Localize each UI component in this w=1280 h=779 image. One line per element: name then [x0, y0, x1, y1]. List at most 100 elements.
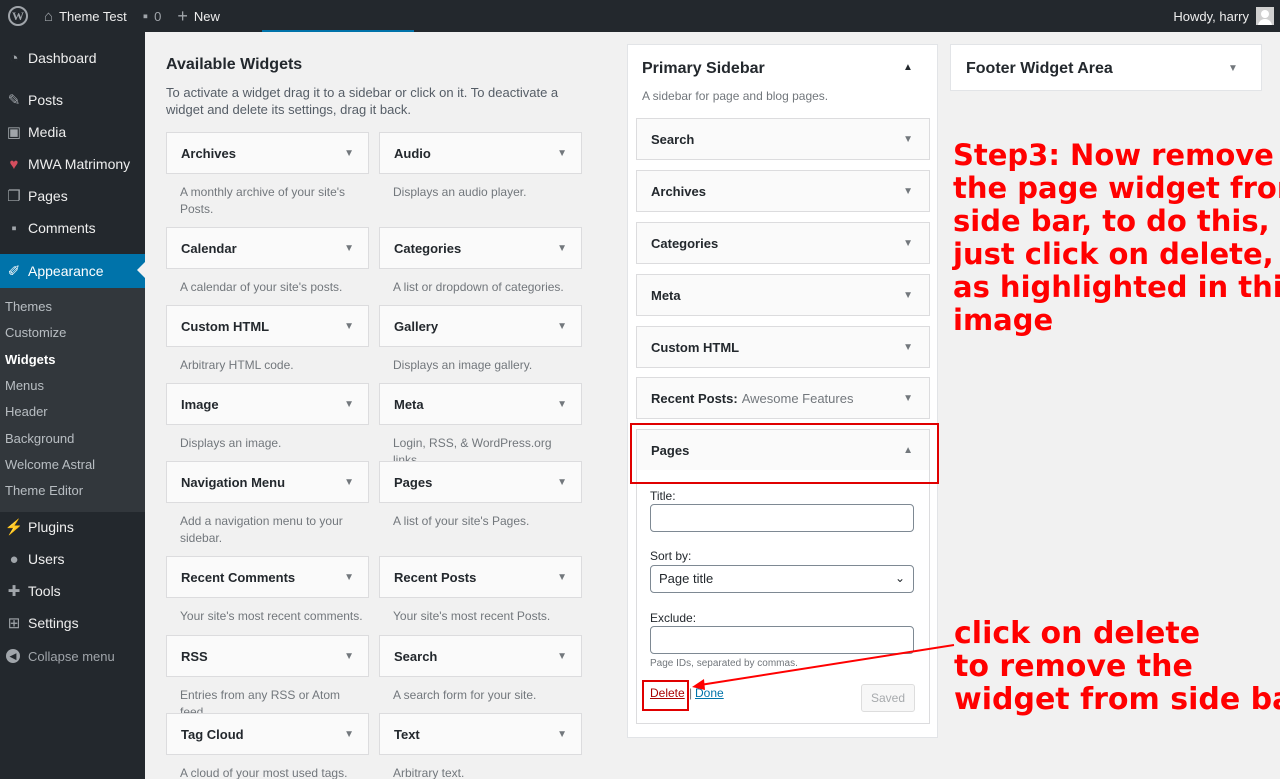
exclude-input[interactable]: [650, 626, 914, 654]
sidebar-widget-archives[interactable]: Archives ▼: [636, 170, 930, 212]
widget-archives[interactable]: Archives ▼: [166, 132, 369, 174]
widget-description: A search form for your site.: [393, 688, 537, 702]
menu-media[interactable]: ▣ Media: [0, 116, 145, 148]
expand-arrow-icon[interactable]: ▼: [557, 572, 567, 583]
expand-arrow-icon[interactable]: ▼: [557, 477, 567, 488]
submenu-themes[interactable]: Themes: [5, 299, 52, 314]
sidebar-widget-meta[interactable]: Meta ▼: [636, 274, 930, 316]
sidebar-widget-recent-posts[interactable]: Recent Posts: Awesome Features ▼: [636, 377, 930, 419]
submenu-header[interactable]: Header: [5, 404, 48, 419]
submenu-theme-editor[interactable]: Theme Editor: [5, 483, 83, 498]
collapse-sidebar-arrow-icon[interactable]: ▲: [903, 62, 913, 73]
menu-dashboard[interactable]: ◔ Dashboard: [0, 42, 145, 74]
expand-arrow-icon[interactable]: ▼: [344, 572, 354, 583]
widget-navigation-menu[interactable]: Navigation Menu ▼: [166, 461, 369, 503]
widget-text[interactable]: Text ▼: [379, 713, 582, 755]
menu-plugins[interactable]: ⚡ Plugins: [0, 511, 145, 543]
expand-arrow-icon[interactable]: ▼: [344, 399, 354, 410]
widget-search[interactable]: Search ▼: [379, 635, 582, 677]
plug-icon: ⚡: [4, 519, 24, 536]
widget-gallery[interactable]: Gallery ▼: [379, 305, 582, 347]
submenu-widgets[interactable]: Widgets: [5, 352, 55, 367]
sort-by-select[interactable]: Page title ⌄: [650, 565, 914, 593]
submenu-background[interactable]: Background: [5, 431, 74, 446]
exclude-hint: Page IDs, separated by commas.: [650, 658, 798, 669]
widget-rss[interactable]: RSS ▼: [166, 635, 369, 677]
expand-arrow-icon[interactable]: ▼: [903, 290, 913, 301]
sidebar-widget-custom-html[interactable]: Custom HTML ▼: [636, 326, 930, 368]
expand-arrow-icon[interactable]: ▼: [344, 729, 354, 740]
menu-appearance[interactable]: ✐ Appearance: [0, 254, 145, 288]
sidebar-widget-categories[interactable]: Categories ▼: [636, 222, 930, 264]
title-label: Title:: [650, 489, 676, 503]
widget-meta[interactable]: Meta ▼: [379, 383, 582, 425]
expand-arrow-icon[interactable]: ▼: [557, 243, 567, 254]
widget-image[interactable]: Image ▼: [166, 383, 369, 425]
new-content-link[interactable]: + New: [169, 0, 228, 32]
expand-arrow-icon[interactable]: ▼: [344, 148, 354, 159]
submenu-welcome-astral[interactable]: Welcome Astral: [5, 457, 95, 472]
widget-description: Displays an image.: [180, 436, 282, 450]
saved-button[interactable]: Saved: [861, 684, 915, 712]
appearance-submenu: [0, 288, 145, 512]
widget-pages[interactable]: Pages ▼: [379, 461, 582, 503]
expand-arrow-icon[interactable]: ▼: [903, 342, 913, 353]
widget-description: Arbitrary HTML code.: [180, 358, 294, 372]
menu-posts[interactable]: ✎ Posts: [0, 84, 145, 116]
primary-sidebar-description: A sidebar for page and blog pages.: [642, 89, 829, 103]
wordpress-logo-icon[interactable]: W: [0, 0, 36, 32]
expand-arrow-icon[interactable]: ▼: [344, 651, 354, 662]
widget-description: Arbitrary text.: [393, 766, 465, 779]
pages-widget-highlight: [630, 423, 939, 484]
menu-pages[interactable]: ❐ Pages: [0, 180, 145, 212]
menu-users[interactable]: ● Users: [0, 543, 145, 575]
collapse-menu-button[interactable]: ◀ Collapse menu: [0, 640, 145, 672]
widget-calendar[interactable]: Calendar ▼: [166, 227, 369, 269]
wrench-icon: ✚: [7, 583, 21, 600]
link-separator: |: [689, 686, 693, 700]
expand-arrow-icon[interactable]: ▼: [903, 393, 913, 404]
submenu-menus[interactable]: Menus: [5, 378, 44, 393]
comments-link[interactable]: ▪ 0: [135, 0, 170, 32]
primary-sidebar-title[interactable]: Primary Sidebar: [642, 60, 765, 78]
footer-widget-area-title[interactable]: Footer Widget Area: [966, 60, 1113, 78]
widget-description: A cloud of your most used tags.: [180, 766, 348, 779]
widget-recent-comments[interactable]: Recent Comments ▼: [166, 556, 369, 598]
comment-bubble-icon: ▪: [142, 7, 149, 25]
expand-arrow-icon[interactable]: ▼: [557, 729, 567, 740]
media-icon: ▣: [6, 124, 22, 141]
available-widgets-title: Available Widgets: [166, 56, 303, 73]
collapse-arrow-icon: ◀: [6, 649, 20, 663]
expand-arrow-icon[interactable]: ▼: [557, 399, 567, 410]
widget-categories[interactable]: Categories ▼: [379, 227, 582, 269]
expand-footer-arrow-icon[interactable]: ▼: [1228, 63, 1238, 74]
widget-description: Your site's most recent Posts.: [393, 609, 551, 623]
expand-arrow-icon[interactable]: ▼: [557, 321, 567, 332]
expand-arrow-icon[interactable]: ▼: [903, 134, 913, 145]
widget-description: A list or dropdown of categories.: [393, 280, 564, 294]
menu-comments[interactable]: ▪ Comments: [0, 212, 145, 244]
widget-description: A monthly archive of your site's Posts.: [180, 185, 346, 216]
menu-mwa-matrimony[interactable]: ♥ MWA Matrimony: [0, 148, 145, 180]
expand-arrow-icon[interactable]: ▼: [344, 321, 354, 332]
widget-tag-cloud[interactable]: Tag Cloud ▼: [166, 713, 369, 755]
site-name-link[interactable]: ⌂ Theme Test: [36, 0, 135, 32]
sidebar-widget-search[interactable]: Search ▼: [636, 118, 930, 160]
widget-audio[interactable]: Audio ▼: [379, 132, 582, 174]
expand-arrow-icon[interactable]: ▼: [903, 186, 913, 197]
expand-arrow-icon[interactable]: ▼: [344, 243, 354, 254]
my-account[interactable]: Howdy, harry: [1173, 0, 1280, 32]
expand-arrow-icon[interactable]: ▼: [557, 148, 567, 159]
chevron-down-icon: ⌄: [894, 571, 905, 585]
widget-recent-posts[interactable]: Recent Posts ▼: [379, 556, 582, 598]
menu-tools[interactable]: ✚ Tools: [0, 575, 145, 607]
expand-arrow-icon[interactable]: ▼: [557, 651, 567, 662]
title-input[interactable]: [650, 504, 914, 532]
widget-custom-html[interactable]: Custom HTML ▼: [166, 305, 369, 347]
paintbrush-icon: ✐: [7, 263, 21, 280]
menu-settings[interactable]: ⊞ Settings: [0, 607, 145, 639]
expand-arrow-icon[interactable]: ▼: [903, 238, 913, 249]
submenu-customize[interactable]: Customize: [5, 325, 66, 340]
expand-arrow-icon[interactable]: ▼: [344, 477, 354, 488]
done-link[interactable]: Done: [695, 686, 724, 700]
